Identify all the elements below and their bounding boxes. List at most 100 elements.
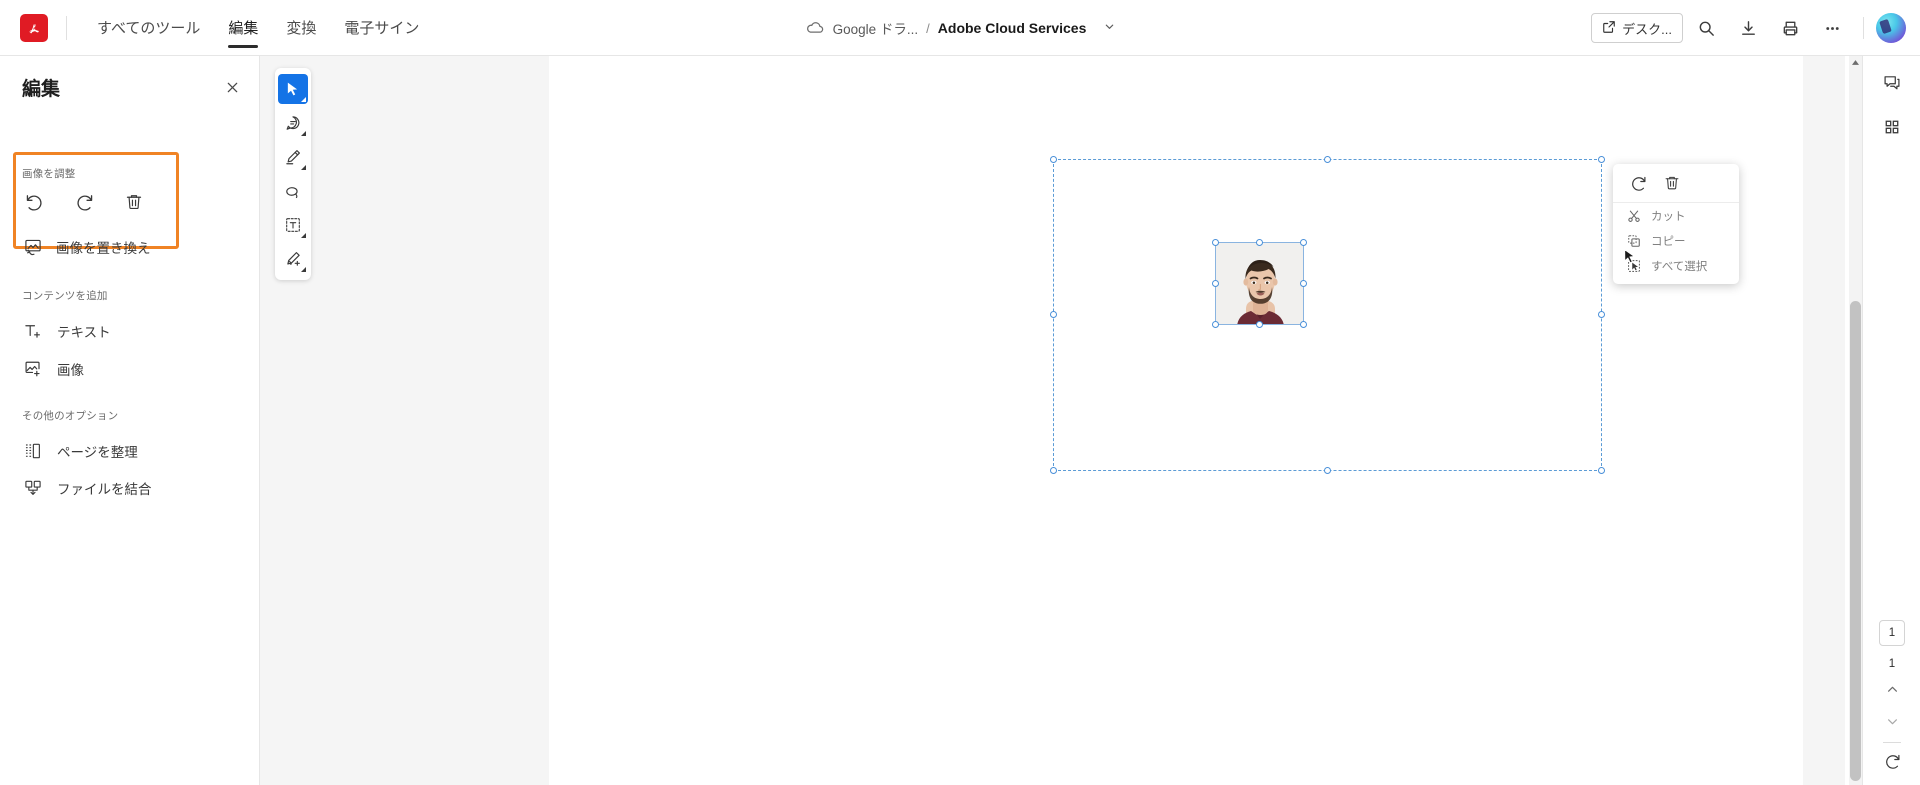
image-handle-top-left[interactable] [1212,239,1219,246]
portrait-photo [1216,243,1303,324]
resize-handle-middle-right[interactable] [1598,311,1605,318]
resize-handle-top-left[interactable] [1050,156,1057,163]
chevron-up-icon[interactable] [1878,676,1906,702]
right-tool-rail: 1 1 [1862,56,1920,785]
logo-divider [66,15,67,40]
section-add-content-label: コンテンツを追加 [22,290,108,302]
tool-select[interactable] [278,74,308,104]
chevron-down-icon[interactable] [1878,708,1906,734]
replace-image-icon [22,236,44,258]
replace-image-button[interactable]: 画像を置き換え [22,236,151,258]
total-pages-label: 1 [1888,658,1896,670]
section-adjust-image-label: 画像を調整 [22,168,76,180]
external-link-icon [1602,20,1616,37]
top-bar-actions: デスク... [1591,0,1906,56]
combine-files-item[interactable]: ファイルを結合 [22,471,237,505]
pdf-page[interactable]: カット コピー すべて選択 [549,56,1803,785]
chevron-down-icon[interactable] [1104,21,1115,35]
download-icon[interactable] [1729,9,1767,47]
image-handle-bottom-right[interactable] [1300,321,1307,328]
replace-image-label: 画像を置き換え [56,241,151,256]
organize-pages-item[interactable]: ページを整理 [22,434,237,468]
ellipsis-icon[interactable] [1813,9,1851,47]
rotate-left-icon[interactable] [22,190,46,214]
annotation-tool-rail [275,68,311,280]
resize-handle-top-center[interactable] [1323,156,1331,163]
context-menu-icon-row [1613,164,1739,203]
main-nav-tabs: すべてのツール 編集 変換 電子サイン [83,0,433,56]
text-add-icon [22,320,44,342]
user-avatar[interactable] [1876,13,1906,43]
rotate-view-icon[interactable] [1878,747,1906,775]
document-viewport[interactable]: カット コピー すべて選択 [260,56,1845,785]
current-page-input[interactable]: 1 [1879,620,1905,646]
tab-all-tools[interactable]: すべてのツール [83,0,214,56]
add-text-item[interactable]: テキスト [22,314,237,348]
resize-handle-middle-left[interactable] [1050,311,1057,318]
organize-pages-label: ページを整理 [57,445,138,460]
breadcrumb-location[interactable]: Google ドラ... [833,18,919,38]
combine-files-icon [22,477,44,499]
actions-divider [1863,17,1864,39]
rotate-right-icon[interactable] [72,190,96,214]
resize-handle-top-right[interactable] [1598,156,1605,163]
select-all-menu-item[interactable]: すべて選択 [1613,253,1739,278]
add-image-item[interactable]: 画像 [22,352,237,386]
vertical-scrollbar[interactable] [1849,56,1862,785]
top-bar: すべてのツール 編集 変換 電子サイン Google ドラ... / Adobe… [0,0,1920,56]
acrobat-logo-icon[interactable] [20,13,48,42]
selected-content-frame[interactable] [1050,156,1605,474]
trash-icon[interactable] [122,190,146,214]
section-other-options-label: その他のオプション [22,410,119,422]
add-text-label: テキスト [57,325,111,340]
select-all-icon [1627,259,1641,273]
breadcrumb-separator: / [926,20,930,36]
search-icon[interactable] [1687,9,1725,47]
image-handle-top-right[interactable] [1300,239,1307,246]
tool-lasso[interactable] [278,176,308,206]
all-apps-grid-icon[interactable] [1875,110,1909,144]
comment-panel-icon[interactable] [1875,66,1909,100]
trash-icon[interactable] [1661,172,1683,194]
image-add-icon [22,358,44,380]
tool-highlight-more-indicator [301,165,306,170]
close-icon[interactable] [219,74,245,100]
image-handle-bottom-center[interactable] [1255,321,1263,328]
breadcrumb-file-name[interactable]: Adobe Cloud Services [938,20,1087,36]
image-handle-bottom-left[interactable] [1212,321,1219,328]
tool-signature-more-indicator [301,267,306,272]
cut-menu-item[interactable]: カット [1613,203,1739,228]
tool-signature[interactable] [278,244,308,274]
image-handle-top-center[interactable] [1255,239,1263,246]
tab-esign[interactable]: 電子サイン [330,0,433,56]
adjust-image-buttons [22,190,146,214]
edit-side-panel: 編集 画像を調整 画像を置き換え コンテンツを追加 テキスト 画像 その他のオプ… [0,56,260,785]
image-context-menu: カット コピー すべて選択 [1613,164,1739,284]
selected-image-object[interactable] [1212,239,1307,328]
scrollbar-up-arrow[interactable] [1849,56,1862,68]
copy-menu-label: コピー [1651,235,1686,248]
select-all-menu-label: すべて選択 [1651,260,1708,273]
copy-menu-item[interactable]: コピー [1613,228,1739,253]
scissors-icon [1627,209,1641,223]
cloud-icon [805,18,825,38]
print-icon[interactable] [1771,9,1809,47]
tool-highlight[interactable] [278,142,308,172]
resize-handle-bottom-left[interactable] [1050,467,1057,474]
rotate-right-icon[interactable] [1627,172,1649,194]
cut-menu-label: カット [1651,210,1686,223]
scrollbar-thumb[interactable] [1850,301,1861,781]
image-handle-middle-left[interactable] [1212,279,1219,287]
open-in-desktop-button[interactable]: デスク... [1591,13,1683,43]
tool-text-field[interactable] [278,210,308,240]
tab-convert[interactable]: 変換 [272,0,330,56]
image-handle-middle-right[interactable] [1300,279,1307,287]
tab-edit[interactable]: 編集 [214,0,272,56]
resize-handle-bottom-center[interactable] [1323,467,1331,474]
add-image-label: 画像 [57,363,84,378]
resize-handle-bottom-right[interactable] [1598,467,1605,474]
page-nav-divider [1883,742,1901,743]
combine-files-label: ファイルを結合 [57,482,152,497]
tool-comment[interactable] [278,108,308,138]
page-navigation: 1 1 [1863,620,1920,775]
